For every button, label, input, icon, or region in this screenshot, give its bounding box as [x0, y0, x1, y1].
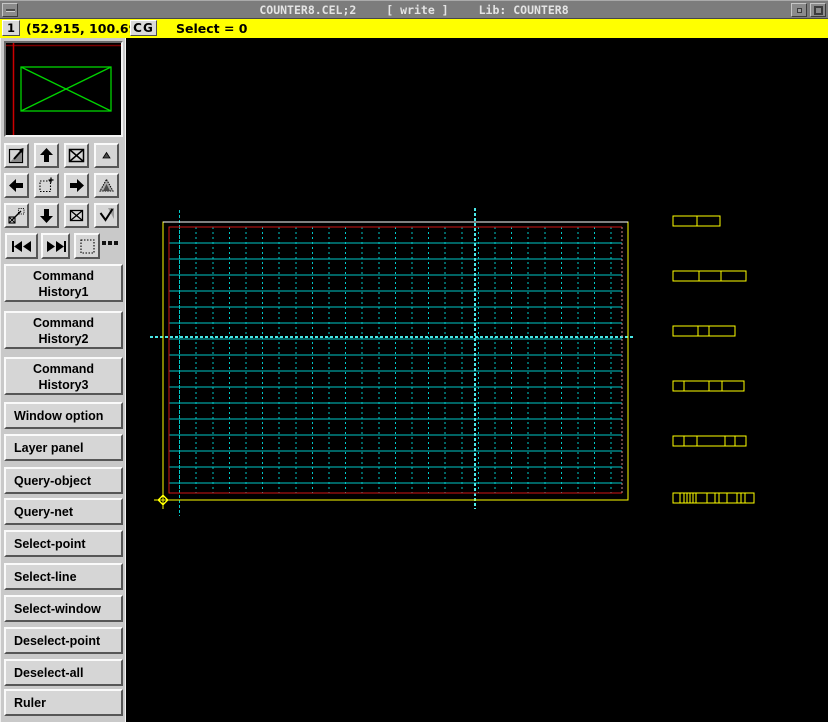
zoom-window-icon [37, 176, 56, 195]
go-last-icon [43, 237, 68, 256]
button-label: History3 [38, 378, 88, 392]
more-options-button[interactable] [102, 241, 122, 245]
title-library: Lib: COUNTER8 [479, 3, 569, 17]
layer-panel-button[interactable]: Layer panel [4, 434, 123, 461]
command-history2-button[interactable]: Command History2 [4, 311, 123, 349]
more-options-icon [102, 241, 106, 245]
edit-cell-icon [7, 146, 26, 165]
overview-thumbnail [6, 43, 121, 135]
fit-cell-icon [67, 206, 86, 225]
zoom-window-button[interactable] [34, 173, 59, 198]
redraw-icon [97, 206, 116, 225]
minimize-button[interactable] [791, 3, 807, 17]
go-first-button[interactable] [5, 233, 38, 259]
zoom-out-icon [97, 146, 116, 165]
select-point-button[interactable]: Select-point [4, 530, 123, 557]
command-history3-button[interactable]: Command History3 [4, 357, 123, 395]
go-first-icon [9, 237, 35, 256]
edit-cell-button[interactable] [4, 143, 29, 168]
select-area-button[interactable] [74, 233, 100, 259]
query-object-button[interactable]: Query-object [4, 467, 123, 494]
pan-right-icon [67, 176, 86, 195]
measure-button[interactable] [4, 203, 29, 228]
deselect-point-button[interactable]: Deselect-point [4, 627, 123, 654]
titlebar: COUNTER8.CEL;2 [ write ] Lib: COUNTER8 [0, 0, 828, 19]
cg-mode-badge[interactable]: CG [130, 20, 157, 36]
layout-canvas[interactable] [126, 38, 828, 722]
zoom-in-button[interactable] [94, 173, 119, 198]
zoom-out-button[interactable] [94, 143, 119, 168]
select-area-icon [78, 237, 97, 256]
pan-left-button[interactable] [4, 173, 29, 198]
pan-right-button[interactable] [64, 173, 89, 198]
ruler-button[interactable]: Ruler [4, 689, 123, 716]
select-line-button[interactable]: Select-line [4, 563, 123, 590]
app-window: COUNTER8.CEL;2 [ write ] Lib: COUNTER8 1… [0, 0, 828, 722]
button-label: History1 [38, 285, 88, 299]
title-write-mode: [ write ] [386, 3, 448, 17]
pan-left-icon [7, 176, 26, 195]
button-label: Command [33, 269, 94, 283]
pan-up-button[interactable] [34, 143, 59, 168]
measure-icon [7, 206, 26, 225]
go-last-button[interactable] [41, 233, 70, 259]
status-bar: 1 (52.915, 100.695) CG Select = 0 [0, 19, 828, 38]
window-menu-button[interactable] [2, 3, 18, 17]
window-title: COUNTER8.CEL;2 [ write ] Lib: COUNTER8 [0, 1, 828, 18]
button-label: Command [33, 316, 94, 330]
window-option-button[interactable]: Window option [4, 402, 123, 429]
button-label: History2 [38, 332, 88, 346]
select-window-button[interactable]: Select-window [4, 595, 123, 622]
zoom-in-icon [97, 176, 116, 195]
window-number-badge[interactable]: 1 [2, 20, 20, 36]
fit-view-button[interactable] [64, 143, 89, 168]
more-options-icon [114, 241, 118, 245]
more-options-icon [108, 241, 112, 245]
maximize-icon [814, 6, 823, 15]
button-label: Command [33, 362, 94, 376]
sidebar: Command History1 Command History2 Comman… [0, 38, 126, 722]
deselect-all-button[interactable]: Deselect-all [4, 659, 123, 686]
overview-panel[interactable] [4, 41, 123, 137]
window-menu-icon [6, 9, 15, 12]
maximize-button[interactable] [810, 3, 826, 17]
fit-cell-button[interactable] [64, 203, 89, 228]
title-cell-name: COUNTER8.CEL;2 [259, 3, 356, 17]
command-history1-button[interactable]: Command History1 [4, 264, 123, 302]
minimize-icon [797, 8, 802, 13]
pan-down-icon [37, 206, 56, 225]
query-net-button[interactable]: Query-net [4, 498, 123, 525]
fit-view-icon [67, 146, 86, 165]
redraw-button[interactable] [94, 203, 119, 228]
pan-up-icon [37, 146, 56, 165]
pan-down-button[interactable] [34, 203, 59, 228]
select-count: Select = 0 [176, 19, 248, 38]
